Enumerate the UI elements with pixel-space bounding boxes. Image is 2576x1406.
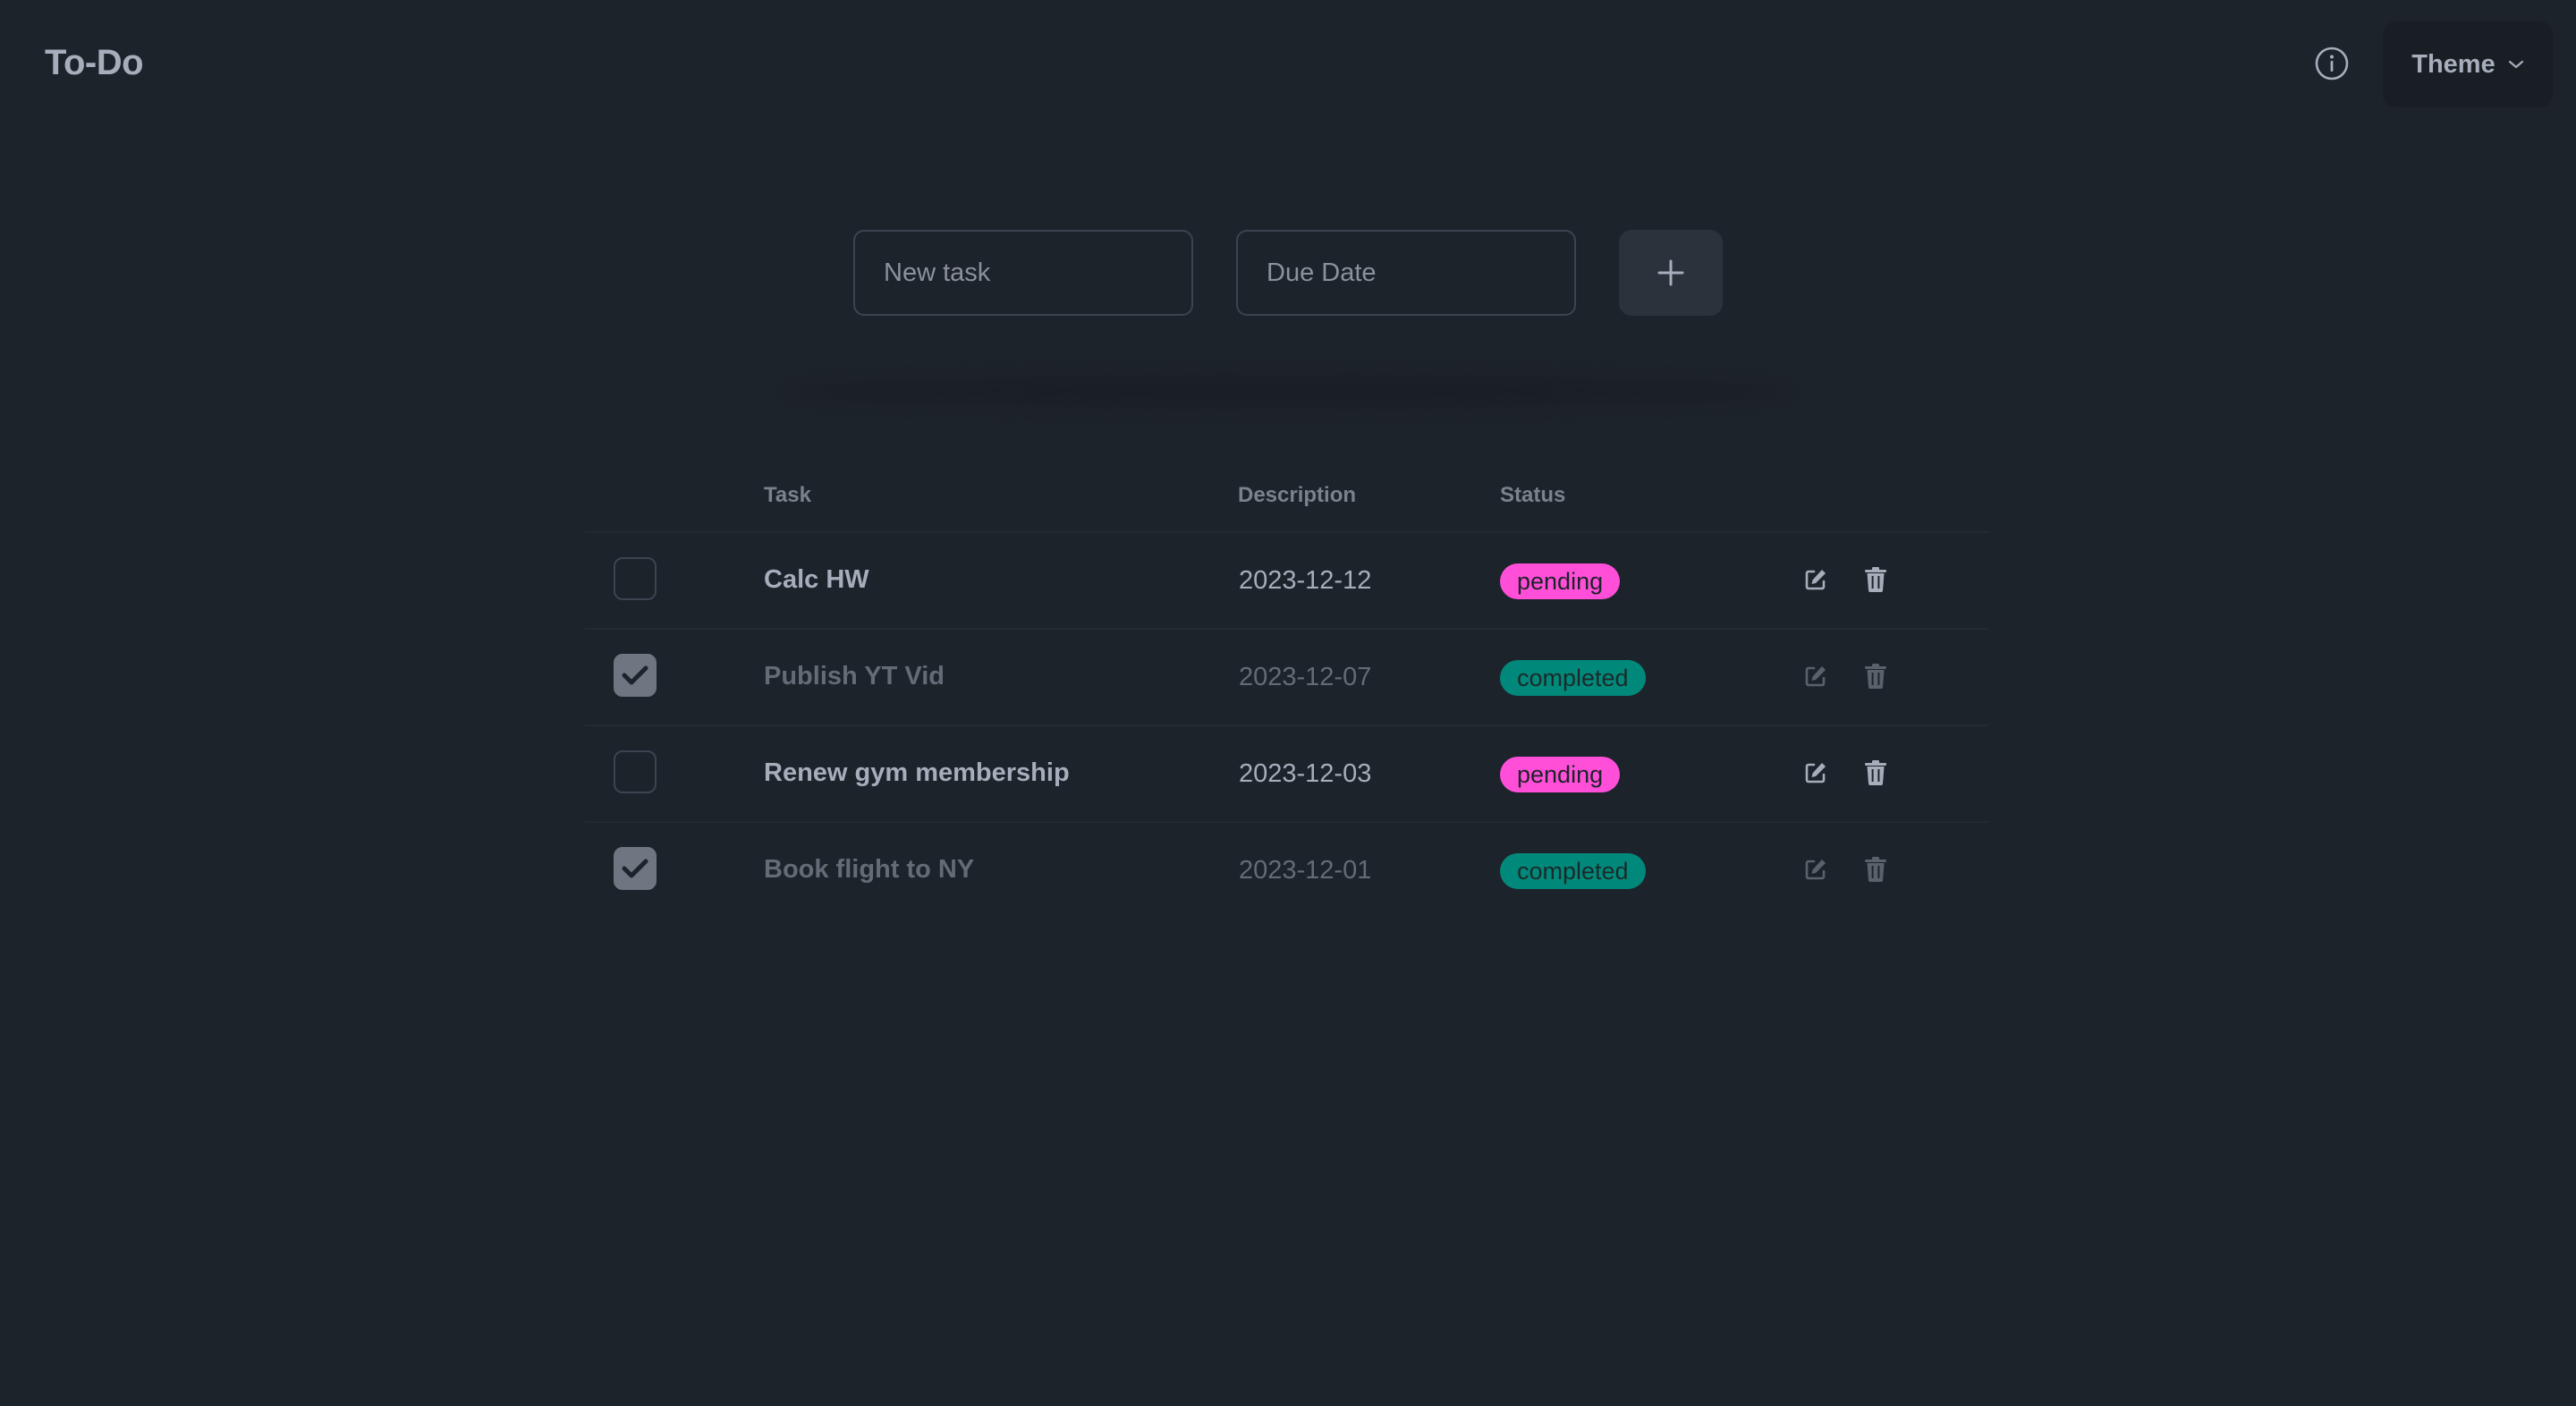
checkmark-icon xyxy=(622,665,648,685)
edit-icon xyxy=(1805,763,1826,783)
chevron-down-icon xyxy=(2508,60,2523,69)
delete-button[interactable] xyxy=(1862,663,1889,690)
delete-button[interactable] xyxy=(1862,566,1889,593)
task-checkbox[interactable] xyxy=(614,557,657,600)
edit-icon xyxy=(1805,666,1826,687)
task-name: Renew gym membership xyxy=(764,758,1070,787)
task-checkbox[interactable] xyxy=(614,847,657,890)
task-date: 2023-12-03 xyxy=(1239,759,1372,788)
theme-dropdown-button[interactable]: Theme xyxy=(2383,21,2553,107)
table-row: Book flight to NY 2023-12-01 completed xyxy=(585,823,1989,919)
info-circle-icon xyxy=(2315,47,2349,80)
app-title[interactable]: To-Do xyxy=(45,43,144,83)
task-checkbox[interactable] xyxy=(614,750,657,793)
plus-icon xyxy=(1657,259,1684,286)
due-date-input[interactable] xyxy=(1236,230,1576,316)
table-row: Renew gym membership 2023-12-03 pending xyxy=(585,726,1989,823)
form-shadow xyxy=(787,376,1789,408)
edit-icon xyxy=(1805,570,1826,590)
navbar: To-Do Theme xyxy=(0,0,2576,131)
status-badge: completed xyxy=(1500,853,1646,889)
task-date: 2023-12-07 xyxy=(1239,663,1372,691)
edit-button[interactable] xyxy=(1802,759,1829,786)
status-badge: pending xyxy=(1500,757,1621,792)
edit-button[interactable] xyxy=(1802,856,1829,883)
task-name: Publish YT Vid xyxy=(764,662,945,690)
status-badge: completed xyxy=(1500,660,1646,696)
edit-icon xyxy=(1805,860,1826,880)
theme-label: Theme xyxy=(2411,49,2496,79)
trash-icon xyxy=(1865,857,1886,882)
task-checkbox[interactable] xyxy=(614,654,657,697)
task-date: 2023-12-12 xyxy=(1239,566,1372,595)
delete-button[interactable] xyxy=(1862,759,1889,786)
task-name: Book flight to NY xyxy=(764,855,975,884)
edit-button[interactable] xyxy=(1802,566,1829,593)
trash-icon xyxy=(1865,567,1886,592)
info-button[interactable] xyxy=(2313,45,2351,82)
new-task-input[interactable] xyxy=(853,230,1193,316)
edit-button[interactable] xyxy=(1802,663,1829,690)
status-badge: pending xyxy=(1500,563,1621,599)
add-task-button[interactable] xyxy=(1619,230,1723,316)
task-table: Task Description Status Calc HW 2023-12-… xyxy=(585,465,1989,919)
task-name: Calc HW xyxy=(764,565,869,594)
header-status: Status xyxy=(1500,483,1566,507)
header-task: Task xyxy=(764,483,811,507)
table-row: Calc HW 2023-12-12 pending xyxy=(585,533,1989,630)
table-header: Task Description Status xyxy=(585,465,1989,533)
trash-icon xyxy=(1865,760,1886,785)
trash-icon xyxy=(1865,664,1886,689)
checkmark-icon xyxy=(622,859,648,878)
header-description: Description xyxy=(1238,483,1357,507)
table-row: Publish YT Vid 2023-12-07 completed xyxy=(585,630,1989,726)
delete-button[interactable] xyxy=(1862,856,1889,883)
task-date: 2023-12-01 xyxy=(1239,856,1372,885)
